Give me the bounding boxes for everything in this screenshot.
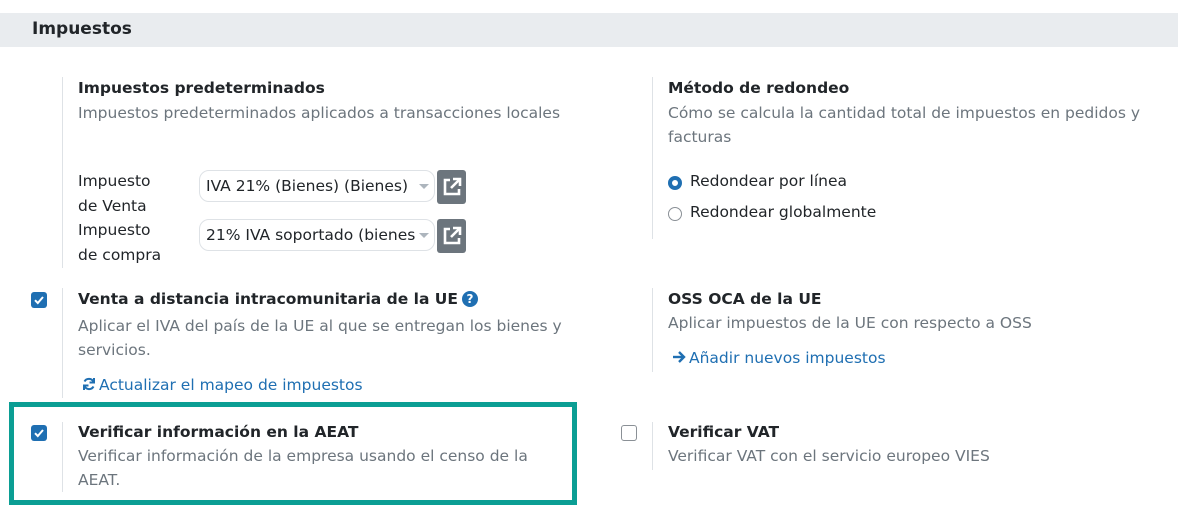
sale-tax-value: IVA 21% (Bienes) (Bienes) [206, 177, 409, 195]
separator-eu-distance [62, 288, 63, 398]
radio-round-globally-label[interactable]: Redondear globalmente [690, 203, 876, 221]
refresh-icon [82, 376, 96, 394]
sale-tax-caret-icon[interactable] [419, 184, 429, 189]
sale-tax-external-link-button[interactable] [437, 170, 466, 204]
vat-title: Verificar VAT [668, 423, 780, 441]
oss-description: Aplicar impuestos de la UE con respecto … [668, 314, 1032, 332]
checkmark-icon [34, 296, 44, 305]
eu-distance-description: Aplicar el IVA del país de la UE al que … [78, 317, 562, 359]
radio-round-per-line-label[interactable]: Redondear por línea [690, 172, 847, 190]
separator-oss [652, 288, 653, 372]
eu-distance-title: Venta a distancia intracomunitaria de la… [78, 290, 478, 308]
sale-tax-select[interactable]: IVA 21% (Bienes) (Bienes) [199, 170, 435, 202]
eu-distance-checkbox[interactable] [31, 292, 47, 308]
aeat-description: Verificar información de la empresa usan… [78, 447, 528, 489]
add-new-taxes-link[interactable]: Añadir nuevos impuestos [672, 349, 886, 367]
radio-round-per-line[interactable] [668, 176, 682, 190]
arrow-right-icon [672, 349, 686, 367]
rounding-title: Método de redondeo [668, 79, 850, 97]
default-taxes-title: Impuestos predeterminados [78, 79, 325, 97]
external-link-icon [443, 177, 462, 196]
checkmark-icon [34, 429, 44, 438]
section-title: Impuestos [32, 19, 132, 39]
aeat-checkbox[interactable] [31, 425, 47, 441]
external-link-icon [443, 226, 462, 245]
vat-description: Verificar VAT con el servicio europeo VI… [668, 447, 990, 465]
purchase-tax-value: 21% IVA soportado (bienes [206, 226, 416, 244]
sale-tax-label: Impuesto de Venta [78, 172, 151, 215]
purchase-tax-external-link-button[interactable] [437, 219, 466, 253]
radio-round-globally[interactable] [668, 207, 682, 221]
separator-vat [652, 422, 653, 470]
aeat-title: Verificar información en la AEAT [78, 423, 359, 441]
purchase-tax-caret-icon[interactable] [419, 233, 429, 238]
section-header: Impuestos [0, 13, 1178, 47]
separator-rounding [652, 77, 653, 239]
purchase-tax-label: Impuesto de compra [78, 221, 162, 264]
separator-default-taxes [62, 77, 63, 268]
update-tax-mapping-link[interactable]: Actualizar el mapeo de impuestos [82, 376, 363, 394]
help-icon[interactable]: ? [461, 291, 478, 307]
rounding-description: Cómo se calcula la cantidad total de imp… [668, 104, 1141, 146]
purchase-tax-select[interactable]: 21% IVA soportado (bienes [199, 219, 435, 251]
oss-title: OSS OCA de la UE [668, 290, 822, 308]
default-taxes-description: Impuestos predeterminados aplicados a tr… [78, 104, 561, 122]
vat-checkbox[interactable] [621, 425, 637, 441]
